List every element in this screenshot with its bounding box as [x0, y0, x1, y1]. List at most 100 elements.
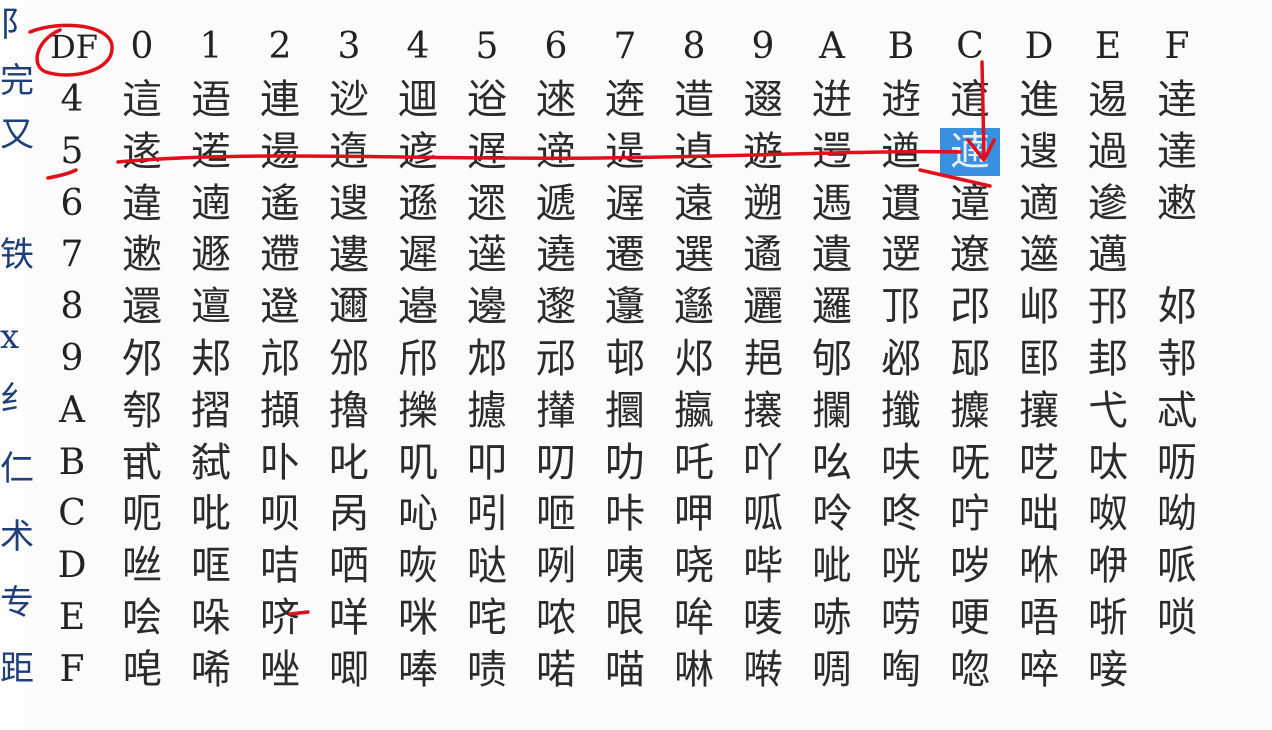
character-cell[interactable]: 逳: [940, 76, 1000, 124]
character-cell[interactable]: 哂: [319, 542, 379, 590]
character-cell[interactable]: 卟: [250, 439, 310, 487]
character-cell[interactable]: 攆: [526, 387, 586, 435]
character-cell[interactable]: 呗: [250, 490, 310, 538]
character-cell[interactable]: 遈: [595, 128, 655, 176]
selected-character-cell[interactable]: 遖: [940, 127, 1000, 176]
character-cell[interactable]: 邅: [181, 283, 241, 331]
character-cell[interactable]: 呷: [664, 490, 724, 538]
character-cell[interactable]: 攘: [1009, 387, 1069, 435]
character-cell[interactable]: 啭: [733, 646, 793, 694]
character-cell[interactable]: 咝: [112, 542, 172, 590]
character-cell[interactable]: 咚: [871, 490, 931, 538]
character-cell[interactable]: 唣: [112, 646, 172, 694]
character-cell[interactable]: 唢: [1147, 594, 1207, 642]
character-cell[interactable]: 咂: [526, 490, 586, 538]
character-cell[interactable]: 邤: [388, 335, 448, 383]
character-cell[interactable]: 逰: [871, 76, 931, 124]
character-cell[interactable]: 攔: [802, 387, 862, 435]
character-cell[interactable]: 哜: [250, 594, 310, 642]
character-cell[interactable]: 啁: [802, 646, 862, 694]
character-cell[interactable]: 違: [112, 180, 172, 228]
character-cell[interactable]: 咛: [940, 490, 1000, 538]
character-cell[interactable]: 遉: [664, 128, 724, 176]
character-cell[interactable]: 邖: [1009, 283, 1069, 331]
character-cell[interactable]: 邔: [940, 283, 1000, 331]
character-cell[interactable]: 咄: [1009, 490, 1069, 538]
character-cell[interactable]: 遚: [319, 180, 379, 228]
character-cell[interactable]: 啉: [664, 646, 724, 694]
character-cell[interactable]: 攕: [871, 387, 931, 435]
character-cell[interactable]: 攐: [733, 387, 793, 435]
character-cell[interactable]: 進: [1009, 76, 1069, 124]
character-cell[interactable]: 遼: [940, 231, 1000, 279]
character-cell[interactable]: 唪: [388, 646, 448, 694]
character-cell[interactable]: 唿: [940, 646, 1000, 694]
character-cell[interactable]: 遷: [595, 231, 655, 279]
character-cell[interactable]: 遦: [871, 180, 931, 228]
character-cell[interactable]: 逩: [595, 76, 655, 124]
character-cell[interactable]: 叱: [319, 439, 379, 487]
character-cell[interactable]: 逨: [526, 76, 586, 124]
character-cell[interactable]: 邫: [733, 335, 793, 383]
character-cell[interactable]: 呲: [802, 542, 862, 590]
character-cell[interactable]: 遆: [526, 128, 586, 176]
character-cell[interactable]: 逥: [388, 76, 448, 124]
character-cell[interactable]: 遾: [1009, 231, 1069, 279]
character-cell[interactable]: 咻: [1009, 542, 1069, 590]
character-cell[interactable]: 遱: [319, 231, 379, 279]
character-cell[interactable]: 哌: [1147, 542, 1207, 590]
character-cell[interactable]: 擽: [388, 387, 448, 435]
character-cell[interactable]: 啧: [457, 646, 517, 694]
character-cell[interactable]: 唑: [250, 646, 310, 694]
character-cell[interactable]: 啕: [871, 646, 931, 694]
character-cell[interactable]: 哓: [664, 542, 724, 590]
character-cell[interactable]: 哕: [940, 542, 1000, 590]
character-cell[interactable]: 遙: [250, 180, 310, 228]
character-cell[interactable]: 遖: [181, 180, 241, 228]
character-cell[interactable]: 啐: [1009, 646, 1069, 694]
character-cell[interactable]: 邁: [1078, 231, 1138, 279]
character-cell[interactable]: 哳: [1078, 594, 1138, 642]
character-cell[interactable]: 選: [664, 231, 724, 279]
character-cell[interactable]: 咴: [388, 542, 448, 590]
character-cell[interactable]: 過: [1078, 128, 1138, 176]
character-cell[interactable]: 哞: [664, 594, 724, 642]
character-cell[interactable]: 攍: [664, 387, 724, 435]
character-cell[interactable]: 邉: [388, 283, 448, 331]
character-cell[interactable]: 吣: [388, 490, 448, 538]
character-cell[interactable]: 哧: [802, 594, 862, 642]
character-cell[interactable]: 遬: [112, 231, 172, 279]
character-cell[interactable]: 還: [112, 283, 172, 331]
character-cell[interactable]: 適: [1009, 180, 1069, 228]
character-cell[interactable]: 哏: [595, 594, 655, 642]
character-cell[interactable]: 喵: [595, 646, 655, 694]
character-cell[interactable]: 摺: [181, 387, 241, 435]
character-cell[interactable]: 叻: [595, 439, 655, 487]
character-cell[interactable]: 逽: [181, 128, 241, 176]
character-cell[interactable]: 遰: [250, 231, 310, 279]
character-cell[interactable]: 逧: [457, 76, 517, 124]
character-cell[interactable]: 邍: [595, 283, 655, 331]
character-cell[interactable]: 遧: [940, 180, 1000, 228]
character-cell[interactable]: 遞: [526, 180, 586, 228]
character-cell[interactable]: 咿: [1078, 542, 1138, 590]
character-cell[interactable]: 呤: [802, 490, 862, 538]
character-cell[interactable]: 吒: [664, 439, 724, 487]
character-cell[interactable]: 呙: [319, 490, 379, 538]
character-cell[interactable]: 哙: [112, 594, 172, 642]
character-cell[interactable]: 唠: [871, 594, 931, 642]
character-cell[interactable]: 逺: [112, 128, 172, 176]
character-cell[interactable]: 邏: [802, 283, 862, 331]
character-cell[interactable]: 郀: [112, 387, 172, 435]
character-cell[interactable]: 咔: [595, 490, 655, 538]
character-cell[interactable]: 邠: [319, 335, 379, 383]
character-cell[interactable]: 唼: [1078, 646, 1138, 694]
character-cell[interactable]: 逿: [250, 128, 310, 176]
character-cell[interactable]: 遊: [733, 128, 793, 176]
character-cell[interactable]: 擷: [250, 387, 310, 435]
character-cell[interactable]: 逤: [319, 76, 379, 124]
character-cell[interactable]: 唏: [181, 646, 241, 694]
character-cell[interactable]: 邨: [595, 335, 655, 383]
character-cell[interactable]: 唧: [319, 646, 379, 694]
character-cell[interactable]: 這: [112, 76, 172, 124]
